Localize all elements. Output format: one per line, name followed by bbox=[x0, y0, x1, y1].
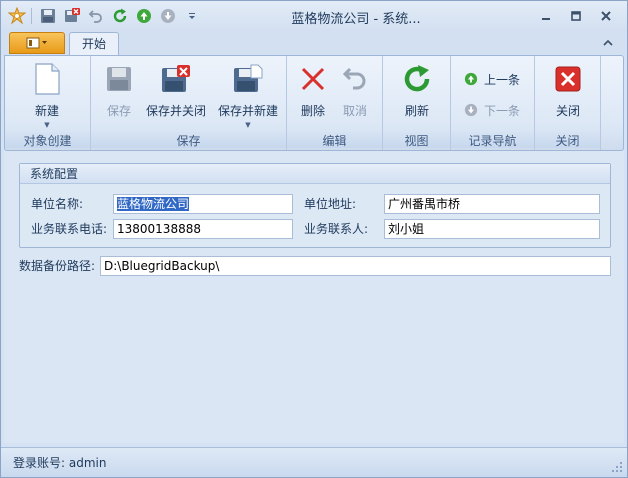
arrow-up-icon bbox=[463, 71, 479, 87]
delete-button[interactable]: 删除 bbox=[293, 60, 333, 132]
group-view: 刷新 视图 bbox=[383, 56, 451, 150]
close-button-label: 关闭 bbox=[555, 104, 580, 118]
customize-dropdown-icon[interactable] bbox=[180, 5, 204, 27]
company-name-label: 单位名称: bbox=[31, 197, 84, 211]
group-label-view: 视图 bbox=[383, 132, 450, 148]
app-menu-icon bbox=[26, 37, 47, 49]
backup-path-label: 数据备份路径: bbox=[19, 259, 96, 273]
address-field[interactable]: 广州番禺市桥 bbox=[384, 194, 600, 214]
save-close-icon[interactable] bbox=[60, 5, 84, 27]
company-name-value: 蓝格物流公司 bbox=[117, 197, 190, 211]
refresh-icon[interactable] bbox=[108, 5, 132, 27]
delete-x-icon bbox=[296, 62, 330, 96]
qat-separator bbox=[31, 8, 32, 24]
form-area: 系统配置 单位名称: 蓝格物流公司 单位地址: 广州番禺市桥 业务联系电话: 1… bbox=[4, 151, 624, 443]
save-icon[interactable] bbox=[36, 5, 60, 27]
save-new-dropdown-caret-icon: ▼ bbox=[245, 121, 251, 129]
quick-access-toolbar bbox=[5, 5, 204, 27]
save-new-disk-icon bbox=[231, 62, 265, 96]
save-close-button-label: 保存并关闭 bbox=[145, 104, 206, 118]
minimize-button[interactable] bbox=[531, 6, 561, 26]
group-create: 新建 ▼ 对象创建 bbox=[5, 56, 91, 150]
status-bar: 登录账号: admin bbox=[1, 447, 627, 477]
cancel-undo-icon bbox=[338, 62, 372, 96]
refresh-arrow-icon bbox=[400, 62, 434, 96]
prev-record-label: 上一条 bbox=[484, 72, 521, 87]
contact-label: 业务联系人: bbox=[304, 222, 369, 236]
new-dropdown-caret-icon: ▼ bbox=[44, 121, 50, 129]
save-button-label: 保存 bbox=[106, 104, 131, 118]
group-label-create: 对象创建 bbox=[5, 132, 90, 148]
contact-field[interactable]: 刘小姐 bbox=[384, 219, 600, 239]
backup-path-field[interactable]: D:\BluegridBackup\ bbox=[100, 256, 611, 276]
ribbon: 新建 ▼ 对象创建 保存 保存并关闭 保存并新建 ▼ 保存 删除 取消 编辑 刷… bbox=[4, 55, 624, 151]
group-nav: 上一条 下一条 记录导航 bbox=[451, 56, 535, 150]
new-button-label: 新建 bbox=[34, 104, 59, 118]
prev-record-icon[interactable] bbox=[132, 5, 156, 27]
app-logo-icon[interactable] bbox=[5, 5, 29, 27]
app-menu-button[interactable] bbox=[9, 32, 65, 54]
phone-field[interactable]: 13800138888 bbox=[113, 219, 293, 239]
window-title: 蓝格物流公司 - 系统... bbox=[291, 12, 421, 27]
save-new-button[interactable]: 保存并新建 ▼ bbox=[213, 60, 283, 132]
delete-button-label: 删除 bbox=[300, 104, 325, 118]
phone-label: 业务联系电话: bbox=[31, 222, 108, 236]
login-status: 登录账号: admin bbox=[13, 456, 107, 470]
tab-home[interactable]: 开始 bbox=[69, 32, 119, 56]
main-window: 蓝格物流公司 - 系统... 开始 新建 ▼ 对象创建 保存 保存并关闭 保存并… bbox=[0, 0, 628, 478]
close-window-button[interactable] bbox=[591, 6, 621, 26]
group-label-save: 保存 bbox=[91, 132, 286, 148]
new-button[interactable]: 新建 ▼ bbox=[19, 60, 75, 132]
save-button[interactable]: 保存 bbox=[97, 60, 141, 132]
refresh-button-label: 刷新 bbox=[404, 104, 429, 118]
window-controls bbox=[531, 6, 621, 26]
new-document-icon bbox=[30, 62, 64, 96]
save-disk-icon bbox=[102, 62, 136, 96]
section-title: 系统配置 bbox=[20, 164, 610, 184]
company-name-field[interactable]: 蓝格物流公司 bbox=[113, 194, 293, 214]
save-close-button[interactable]: 保存并关闭 bbox=[143, 60, 209, 132]
group-close: 关闭 关闭 bbox=[535, 56, 601, 150]
refresh-button[interactable]: 刷新 bbox=[395, 60, 439, 132]
undo-icon[interactable] bbox=[84, 5, 108, 27]
save-new-button-label: 保存并新建 bbox=[217, 104, 278, 118]
address-label: 单位地址: bbox=[304, 197, 357, 211]
title-bar: 蓝格物流公司 - 系统... bbox=[1, 1, 627, 31]
group-save: 保存 保存并关闭 保存并新建 ▼ 保存 bbox=[91, 56, 287, 150]
close-red-icon bbox=[551, 62, 585, 96]
save-close-disk-icon bbox=[159, 62, 193, 96]
next-record-button[interactable]: 下一条 bbox=[463, 99, 520, 121]
group-label-edit: 编辑 bbox=[287, 132, 382, 148]
arrow-down-icon bbox=[463, 102, 479, 118]
close-button[interactable]: 关闭 bbox=[547, 60, 589, 132]
group-label-nav: 记录导航 bbox=[451, 132, 534, 148]
group-edit: 删除 取消 编辑 bbox=[287, 56, 383, 150]
next-record-label: 下一条 bbox=[484, 103, 521, 118]
system-config-section: 系统配置 单位名称: 蓝格物流公司 单位地址: 广州番禺市桥 业务联系电话: 1… bbox=[19, 163, 611, 248]
cancel-button-label: 取消 bbox=[342, 104, 367, 118]
resize-grip-icon[interactable] bbox=[611, 461, 623, 473]
tab-row: 开始 bbox=[1, 31, 627, 56]
prev-record-button[interactable]: 上一条 bbox=[463, 68, 520, 90]
collapse-ribbon-icon[interactable] bbox=[601, 36, 615, 50]
group-label-close: 关闭 bbox=[535, 132, 600, 148]
cancel-button[interactable]: 取消 bbox=[335, 60, 375, 132]
next-record-icon[interactable] bbox=[156, 5, 180, 27]
restore-button[interactable] bbox=[561, 6, 591, 26]
